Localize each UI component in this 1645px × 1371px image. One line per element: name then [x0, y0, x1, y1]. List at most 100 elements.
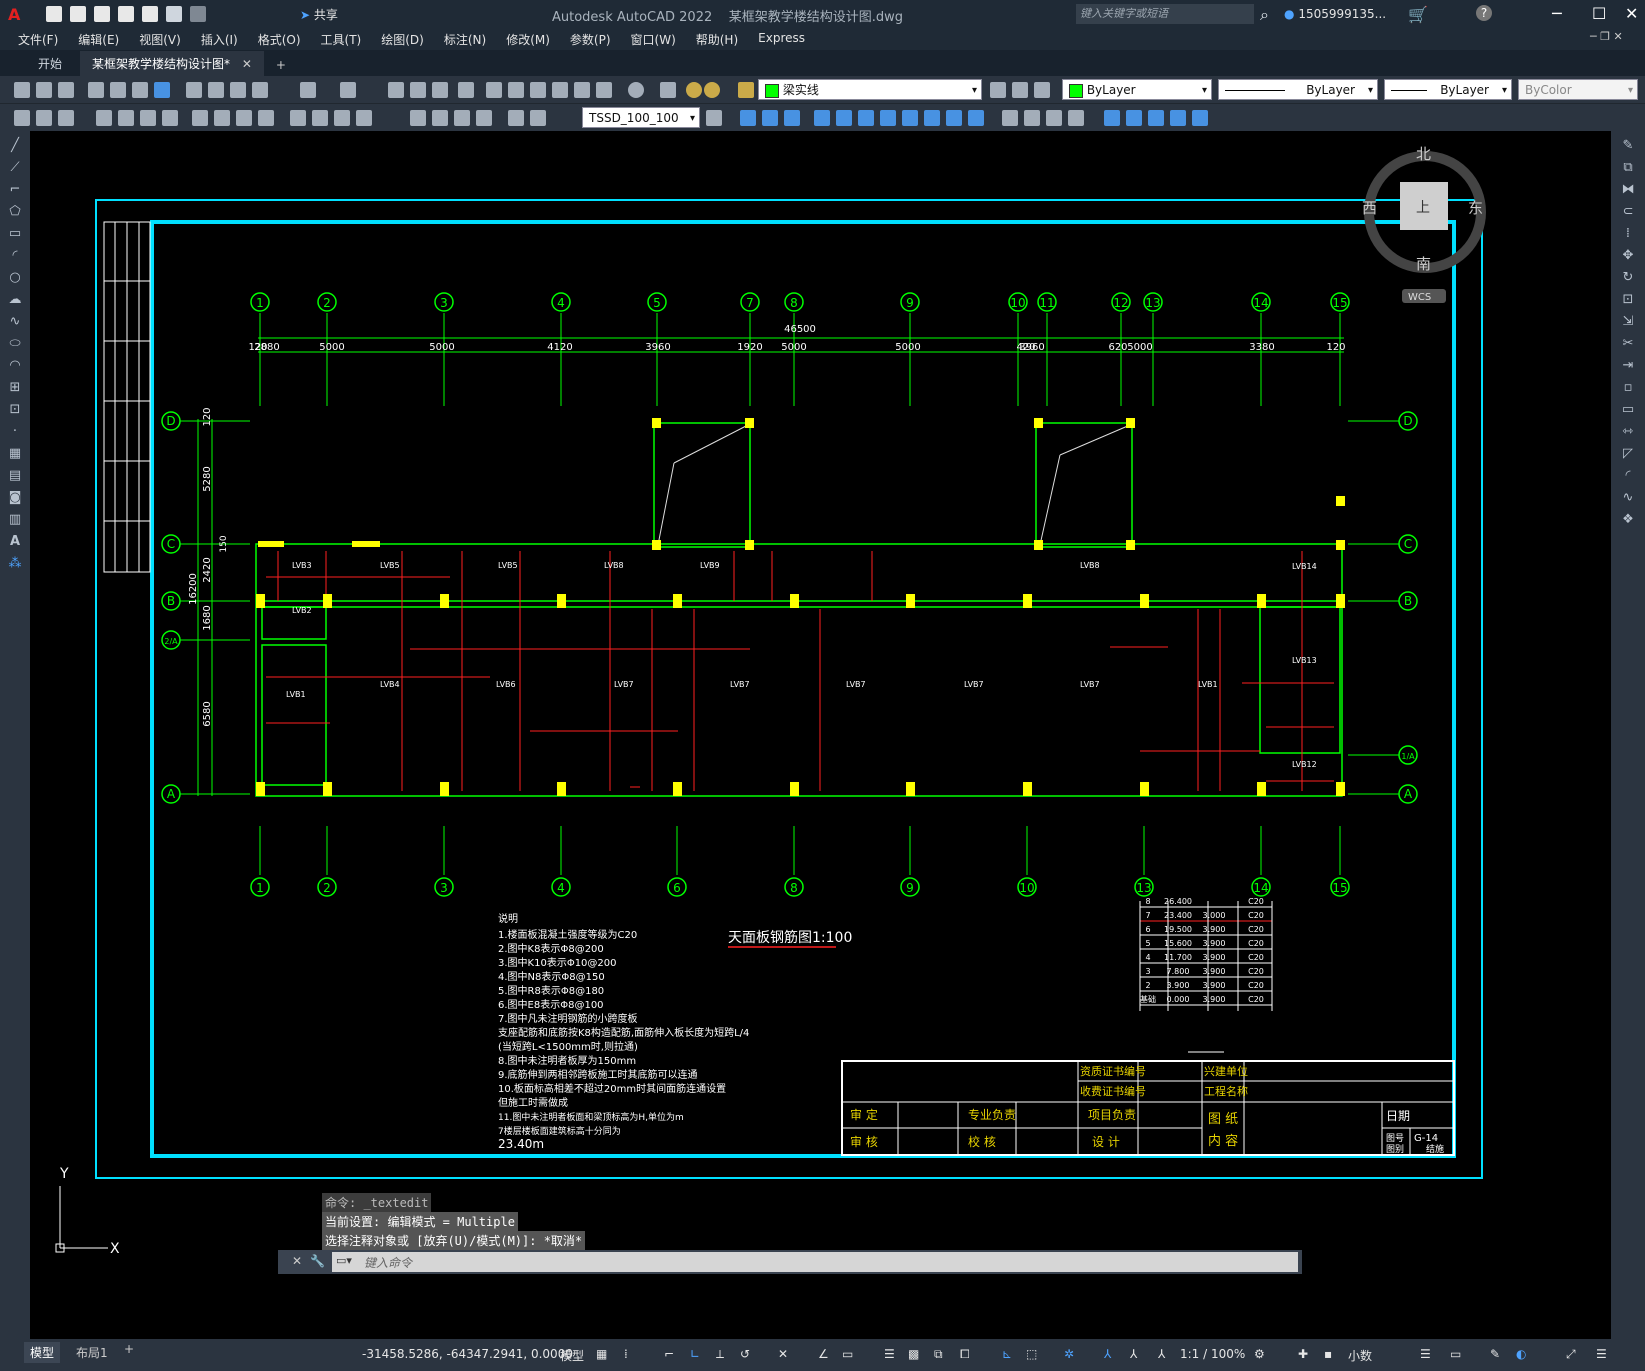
dim-aligned-icon[interactable]: [36, 110, 52, 126]
menu-tools[interactable]: 工具(T): [311, 31, 372, 48]
redo-icon[interactable]: [190, 6, 206, 22]
annotation-monitor-icon[interactable]: ✚: [1298, 1347, 1308, 1361]
dim-break-icon[interactable]: [312, 110, 328, 126]
polar-icon[interactable]: ∟: [690, 1347, 700, 1361]
dynamic-input-icon[interactable]: ⊾: [1002, 1347, 1012, 1361]
make-current-icon[interactable]: [990, 82, 1006, 98]
clean-screen-icon[interactable]: ⤢: [1566, 1347, 1576, 1362]
menu-edit[interactable]: 编辑(E): [68, 31, 129, 48]
units-value[interactable]: 小数: [1348, 1347, 1372, 1364]
dim-arc-icon[interactable]: [58, 110, 74, 126]
tool-palettes-icon[interactable]: [530, 82, 546, 98]
add-selected-icon[interactable]: ⁂: [7, 557, 23, 571]
shade-conceptual-icon[interactable]: [1068, 110, 1084, 126]
close-command-icon[interactable]: ✕: [292, 1254, 302, 1268]
3d-osnap-icon[interactable]: ⧠: [960, 1347, 970, 1362]
spline-icon[interactable]: ∿: [7, 315, 23, 329]
layer-states-icon[interactable]: [1034, 82, 1050, 98]
mirror-icon[interactable]: ⧓: [1620, 183, 1636, 197]
cart-icon[interactable]: 🛒: [1408, 5, 1428, 24]
dynamic-ucs-icon[interactable]: ▭: [842, 1347, 853, 1361]
search-box[interactable]: 键入关键字或短语: [1076, 4, 1254, 24]
menu-file[interactable]: 文件(F): [8, 31, 68, 48]
share-button[interactable]: ➤ 共享: [300, 6, 338, 23]
transparency-icon[interactable]: ▩: [908, 1347, 919, 1361]
layer-freeze-icon[interactable]: [704, 82, 720, 98]
table-icon[interactable]: ▥: [7, 513, 23, 527]
save-tool-icon[interactable]: [58, 82, 74, 98]
osnap-icon[interactable]: ✕: [778, 1347, 788, 1361]
calculator-icon[interactable]: [596, 82, 612, 98]
offset-icon[interactable]: ⊂: [1620, 205, 1636, 219]
lineweight-dropdown[interactable]: ByLayer ▾: [1384, 79, 1512, 100]
line-icon[interactable]: ╱: [7, 139, 23, 153]
view-left-icon[interactable]: [784, 110, 800, 126]
help-tool-icon[interactable]: [628, 82, 644, 98]
properties-icon[interactable]: [486, 82, 502, 98]
rotate-icon[interactable]: ↻: [1620, 271, 1636, 285]
menu-modify[interactable]: 修改(M): [496, 31, 560, 48]
chamfer-icon[interactable]: ◸: [1620, 447, 1636, 461]
view-iso-ne-icon[interactable]: [924, 110, 940, 126]
circle-icon[interactable]: ○: [7, 271, 23, 285]
customize-status-icon[interactable]: ☰: [1596, 1347, 1607, 1361]
ucs-face-icon[interactable]: [1170, 110, 1186, 126]
minimize-icon[interactable]: ─: [1552, 4, 1562, 23]
paste-icon[interactable]: [230, 82, 246, 98]
redo-tool-icon[interactable]: [340, 82, 356, 98]
markup-icon[interactable]: [574, 82, 590, 98]
trim-icon[interactable]: ✂: [1620, 337, 1636, 351]
command-input[interactable]: ▭▾ 键入命令: [332, 1252, 1298, 1272]
scale-icon[interactable]: ⊡: [1620, 293, 1636, 307]
zoom-realtime-icon[interactable]: [410, 82, 426, 98]
workspace-gear-icon[interactable]: ⚙: [1254, 1347, 1265, 1361]
hatch-icon[interactable]: ▦: [7, 447, 23, 461]
close-icon[interactable]: ✕: [1625, 4, 1638, 23]
extend-icon[interactable]: ⇥: [1620, 359, 1636, 373]
menu-view[interactable]: 视图(V): [129, 31, 191, 48]
dim-jogged-icon[interactable]: [140, 110, 156, 126]
shade-realistic-icon[interactable]: [1046, 110, 1062, 126]
revision-cloud-icon[interactable]: ☁: [7, 293, 23, 307]
viewcube-west[interactable]: 西: [1362, 199, 1377, 217]
menu-insert[interactable]: 插入(I): [191, 31, 248, 48]
save-icon[interactable]: [94, 6, 110, 22]
tab-active-drawing[interactable]: 某框架教学楼结构设计图* ✕: [80, 51, 264, 76]
isolate-objects-icon[interactable]: ✎: [1490, 1347, 1500, 1361]
menu-parametric[interactable]: 参数(P): [560, 31, 621, 48]
isodraft-icon[interactable]: ⟂: [716, 1347, 724, 1362]
plot-icon[interactable]: [142, 6, 158, 22]
region-icon[interactable]: ◙: [7, 491, 23, 505]
menu-dimension[interactable]: 标注(N): [434, 31, 496, 48]
layer-properties-icon[interactable]: [660, 82, 676, 98]
dimstyle-dropdown[interactable]: TSSD_100_100 ▾: [582, 107, 700, 128]
ucs-object-icon[interactable]: [1192, 110, 1208, 126]
copy-icon[interactable]: [208, 82, 224, 98]
copy-object-icon[interactable]: ⧉: [1620, 161, 1636, 175]
view-iso-nw-icon[interactable]: [946, 110, 962, 126]
continuous-orbit-icon[interactable]: [858, 110, 874, 126]
dim-space-icon[interactable]: [290, 110, 306, 126]
lock-ui-icon[interactable]: ▭: [1450, 1347, 1461, 1361]
dim-linear-icon[interactable]: [14, 110, 30, 126]
fillet-icon[interactable]: ◜: [1620, 469, 1636, 483]
linetype-dropdown[interactable]: ByLayer ▾: [1218, 79, 1378, 100]
dim-continue-icon[interactable]: [258, 110, 274, 126]
angle-icon[interactable]: ∠: [818, 1347, 829, 1361]
open-file-icon[interactable]: [70, 6, 86, 22]
open-icon[interactable]: [36, 82, 52, 98]
snap-icon[interactable]: ⁞: [624, 1347, 628, 1361]
app-logo-icon[interactable]: A: [8, 5, 20, 24]
jogged-linear-icon[interactable]: [432, 110, 448, 126]
dim-radius-icon[interactable]: [118, 110, 134, 126]
menu-window[interactable]: 窗口(W): [621, 31, 686, 48]
shade-hidden-icon[interactable]: [1024, 110, 1040, 126]
zoom-previous-icon[interactable]: [458, 82, 474, 98]
layer-dropdown[interactable]: 梁实线 ▾: [758, 79, 982, 100]
move-icon[interactable]: ✥: [1620, 249, 1636, 263]
viewcube-south[interactable]: 南: [1416, 255, 1431, 273]
view-top-icon[interactable]: [968, 110, 984, 126]
add-layout-button[interactable]: +: [124, 1342, 134, 1356]
insert-block-icon[interactable]: ⊞: [7, 381, 23, 395]
qnew-icon[interactable]: [14, 82, 30, 98]
